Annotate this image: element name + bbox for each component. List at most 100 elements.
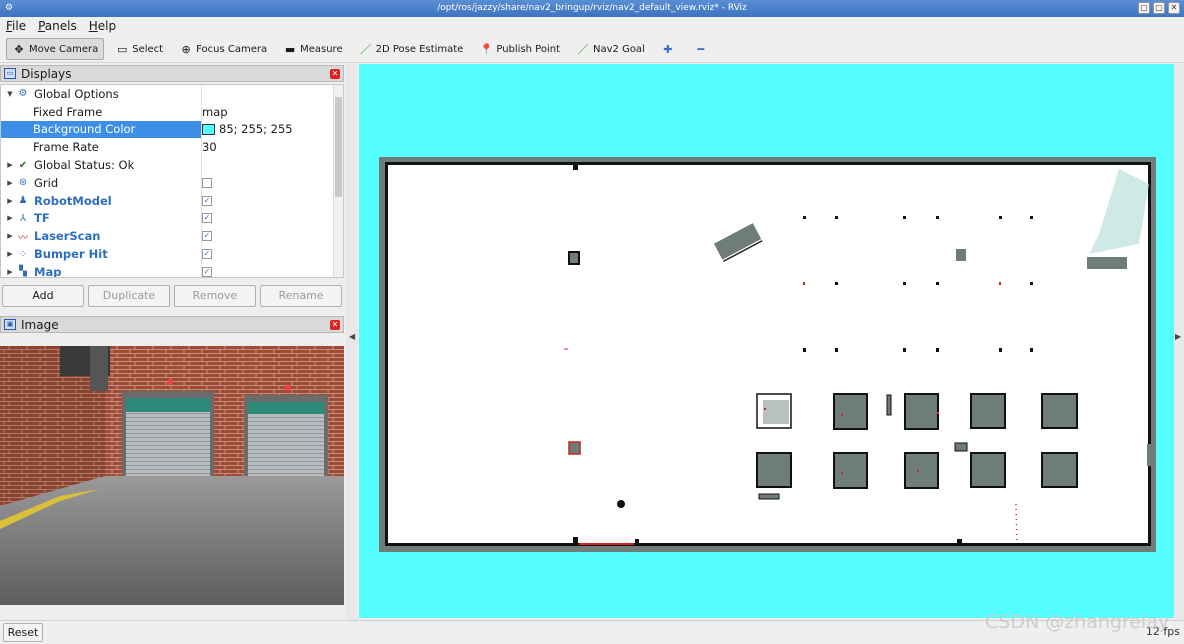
window-controls: ▢ ▢ ✕ — [1138, 2, 1180, 14]
map-icon: ▚ — [19, 266, 27, 278]
focus-camera-icon: ⊕ — [181, 42, 191, 56]
collapsed-arrow-icon[interactable]: ▶ — [4, 161, 16, 169]
menu-bar: File Panels Help — [0, 17, 1184, 35]
measure-icon: ▬ — [284, 42, 296, 56]
collapsed-arrow-icon[interactable]: ▶ — [4, 232, 16, 240]
display-row-global-options[interactable]: ▼ ⚙ Global Options — [1, 85, 343, 103]
color-swatch[interactable] — [202, 123, 215, 135]
display-row-tf[interactable]: ▶ ⅄ TF ✓ — [1, 209, 343, 228]
display-row-global-status-ok[interactable]: ▶ ✔ Global Status: Ok — [1, 156, 343, 174]
collapsed-arrow-icon[interactable]: ▶ — [4, 214, 16, 222]
check-icon: ✔ — [18, 159, 28, 171]
displays-tree: ▼ ⚙ Global Options Fixed Frame map Background… — [0, 84, 344, 278]
monitor-icon: ▭ — [4, 68, 16, 79]
remove-tool-button[interactable]: ━ — [689, 38, 716, 60]
collapse-left-icon[interactable]: ◀ — [349, 332, 355, 341]
duplicate-button[interactable]: Duplicate — [88, 285, 170, 307]
display-name: LaserScan — [34, 229, 101, 244]
2d-pose-estimate-tool[interactable]: ／ 2D Pose Estimate — [354, 38, 469, 60]
close-window-button[interactable]: ✕ — [1168, 2, 1180, 14]
close-icon[interactable]: ✕ — [330, 320, 340, 330]
displays-panel-header: ▭ Displays ✕ — [0, 65, 344, 82]
panel-splitter[interactable]: ◀ — [346, 64, 358, 620]
grid-icon: ⊛ — [18, 177, 28, 189]
measure-tool[interactable]: ▬ Measure — [278, 38, 348, 60]
display-row-grid[interactable]: ▶ ⊛ Grid — [1, 173, 343, 192]
robot-model-icon: ♟ — [18, 195, 28, 207]
publish-point-icon: 📍 — [479, 42, 494, 56]
display-value[interactable]: 85; 255; 255 — [219, 122, 293, 136]
camera-image — [0, 346, 344, 605]
enabled-checkbox[interactable]: ✓ — [202, 249, 212, 260]
menu-file[interactable]: File — [6, 19, 26, 33]
image-panel-header: ▣ Image ✕ — [0, 316, 344, 333]
tool-label: Move Camera — [29, 43, 99, 55]
window-title-bar: ⚙ /opt/ros/jazzy/share/nav2_bringup/rviz… — [0, 0, 1184, 17]
tool-label: Select — [132, 43, 164, 55]
enabled-checkbox[interactable] — [202, 177, 212, 188]
enabled-checkbox[interactable]: ✓ — [202, 195, 212, 206]
select-icon: ▭ — [117, 42, 128, 56]
window-title: /opt/ros/jazzy/share/nav2_bringup/rviz/n… — [437, 3, 747, 13]
tools-toolbar: ✥ Move Camera ▭ Select ⊕ Focus Camera ▬ Measure… — [0, 36, 1184, 63]
display-name: Global Status: Ok — [34, 158, 135, 173]
close-icon[interactable]: ✕ — [330, 69, 340, 79]
move-camera-tool[interactable]: ✥ Move Camera — [6, 38, 105, 60]
focus-camera-tool[interactable]: ⊕ Focus Camera — [174, 38, 272, 60]
right-dock-splitter[interactable]: ▶ — [1174, 64, 1184, 620]
tool-label: Nav2 Goal — [593, 43, 645, 55]
tool-label: Measure — [300, 43, 343, 55]
occupancy-map — [379, 157, 1156, 552]
display-row-background-color[interactable]: Background Color 85; 255; 255 — [1, 120, 343, 139]
collapsed-arrow-icon[interactable]: ▶ — [4, 197, 16, 205]
pose-estimate-icon: ／ — [360, 43, 372, 56]
display-value[interactable]: map — [202, 105, 228, 119]
add-tool-button[interactable]: ✚ — [656, 38, 683, 60]
3d-render-view[interactable] — [359, 64, 1174, 618]
enabled-checkbox[interactable]: ✓ — [202, 213, 212, 224]
display-row-robotmodel[interactable]: ▶ ♟ RobotModel ✓ — [1, 191, 343, 210]
nav2-goal-icon: ／ — [577, 43, 589, 56]
collapsed-arrow-icon[interactable]: ▶ — [4, 179, 16, 187]
image-panel-title: Image — [21, 317, 59, 332]
nav2-goal-tool[interactable]: ／ Nav2 Goal — [571, 38, 650, 60]
move-camera-icon: ✥ — [14, 42, 24, 56]
camera-image-view — [0, 346, 344, 605]
maximize-button[interactable]: ▢ — [1153, 2, 1165, 14]
display-value[interactable]: 30 — [202, 140, 217, 154]
displays-scrollbar[interactable] — [333, 85, 343, 277]
tool-label: 2D Pose Estimate — [375, 43, 464, 55]
display-row-laserscan[interactable]: ▶ 〰 LaserScan ✓ — [1, 227, 343, 246]
publish-point-tool[interactable]: 📍 Publish Point — [474, 38, 565, 60]
display-row-frame-rate[interactable]: Frame Rate 30 — [1, 138, 343, 157]
display-name: Fixed Frame — [33, 104, 103, 119]
add-button[interactable]: Add — [2, 285, 84, 307]
menu-help[interactable]: Help — [89, 19, 116, 33]
display-name: Frame Rate — [33, 140, 99, 155]
display-row-fixed-frame[interactable]: Fixed Frame map — [1, 102, 343, 121]
expanded-arrow-icon[interactable]: ▼ — [4, 90, 16, 98]
enabled-checkbox[interactable]: ✓ — [202, 231, 212, 242]
display-name: Map — [34, 264, 62, 278]
display-name: RobotModel — [34, 193, 112, 208]
rename-button[interactable]: Rename — [260, 285, 342, 307]
reset-button[interactable]: Reset — [3, 623, 43, 642]
gear-icon: ⚙ — [18, 88, 28, 100]
display-name: Background Color — [33, 122, 136, 137]
collapsed-arrow-icon[interactable]: ▶ — [4, 250, 16, 258]
enabled-checkbox[interactable]: ✓ — [202, 266, 212, 277]
collapsed-arrow-icon[interactable]: ▶ — [4, 268, 16, 276]
select-tool[interactable]: ▭ Select — [110, 38, 168, 60]
display-row-bumper-hit[interactable]: ▶ ⁘ Bumper Hit ✓ — [1, 245, 343, 263]
watermark-text: CSDN @zhangrelay — [985, 611, 1170, 633]
remove-button[interactable]: Remove — [174, 285, 256, 307]
display-name: Global Options — [34, 86, 119, 101]
menu-panels[interactable]: Panels — [38, 19, 77, 33]
minimize-button[interactable]: ▢ — [1138, 2, 1150, 14]
tool-label: Publish Point — [496, 43, 560, 55]
collapse-right-icon[interactable]: ▶ — [1175, 332, 1181, 341]
display-name: TF — [34, 211, 50, 226]
display-row-map[interactable]: ▶ ▚ Map ✓ — [1, 262, 343, 278]
rviz-app-icon: ⚙ — [4, 3, 14, 13]
displays-panel-title: Displays — [21, 66, 72, 81]
